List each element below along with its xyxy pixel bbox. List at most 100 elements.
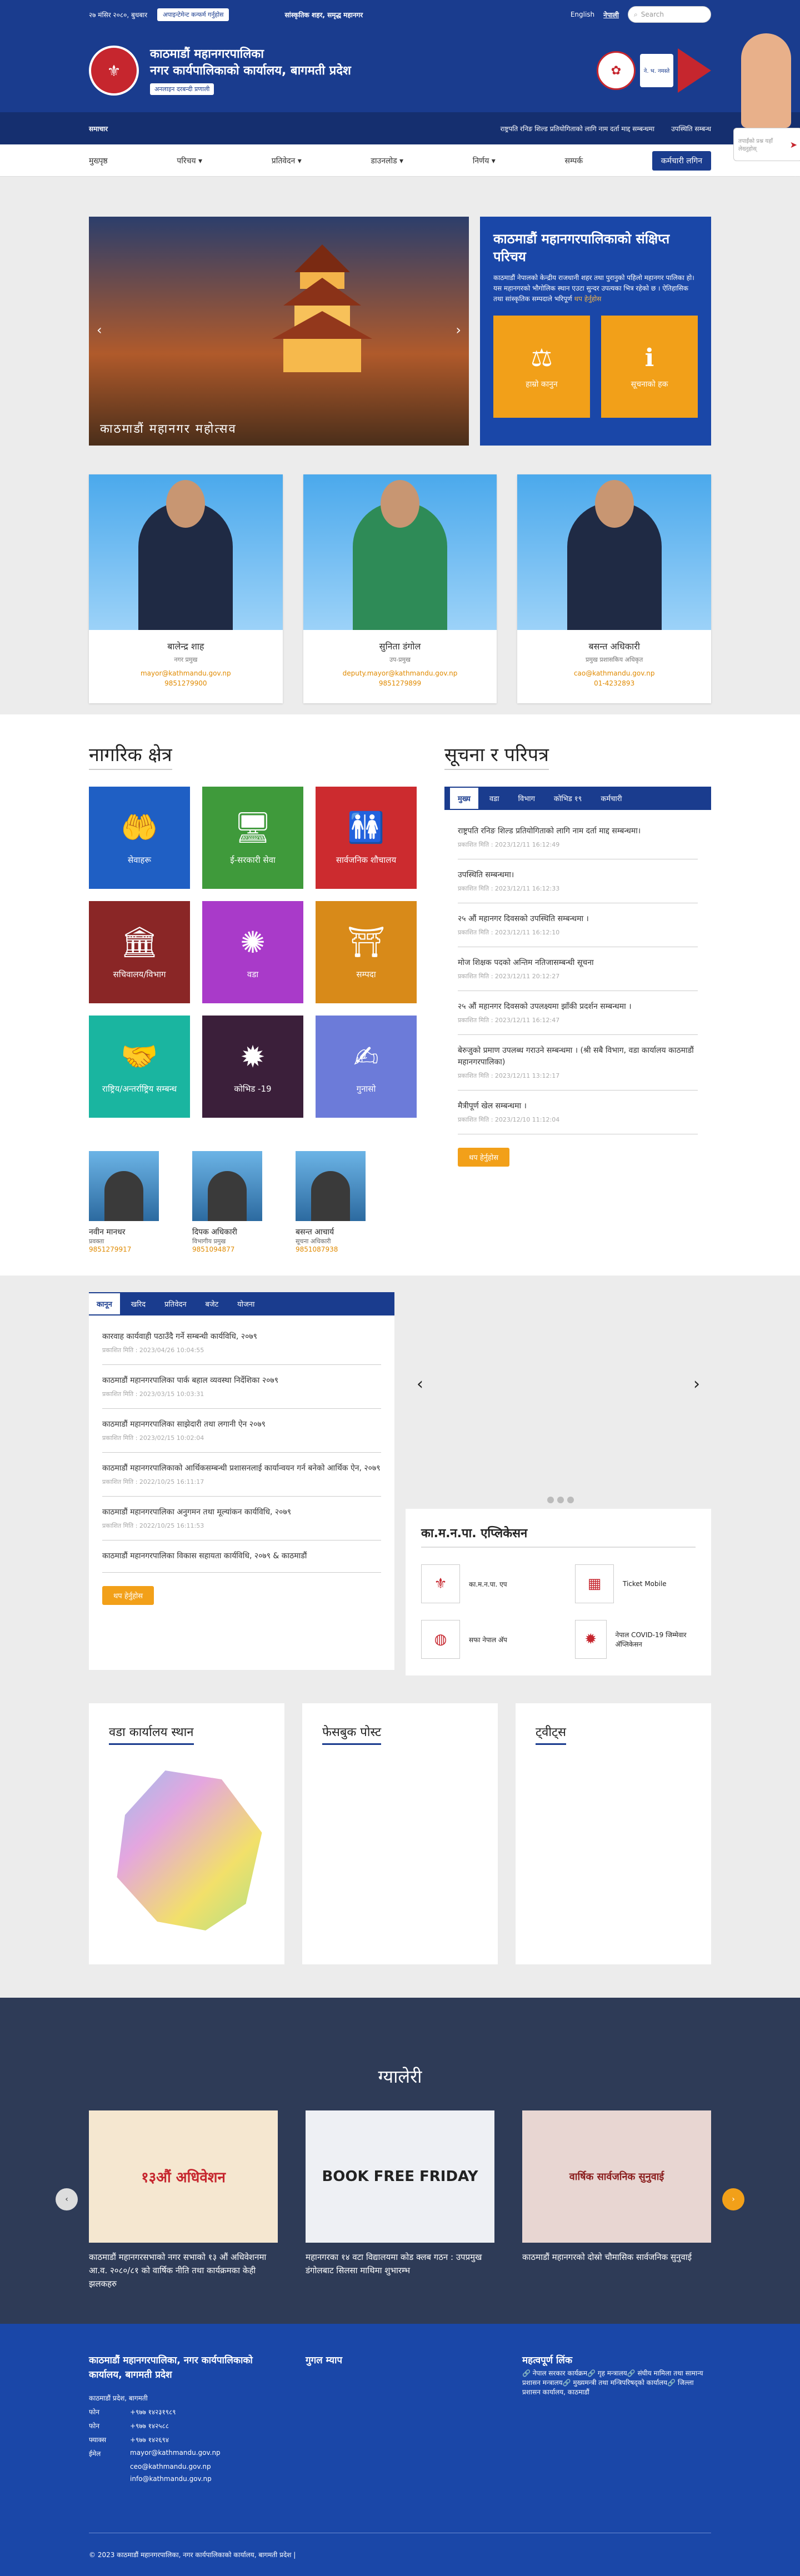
link-icon: 🔗 <box>667 2378 678 2387</box>
staff-phone[interactable]: 9851087938 <box>296 1246 366 1253</box>
list-item[interactable]: मैत्रीपूर्ण खेल सम्बन्धमा । प्रकाशित मिति… <box>458 1091 698 1134</box>
notice-more-button[interactable]: थप हेर्नुहोस <box>458 1148 509 1167</box>
contact-value[interactable]: mayor@kathmandu.gov.np <box>130 2449 221 2458</box>
contact-label: फोन <box>89 2408 100 2416</box>
list-item[interactable]: उपस्थिति सम्बन्धमा। प्रकाशित मिति : 2023/… <box>458 859 698 903</box>
tab-procurement[interactable]: खरिद <box>123 1293 153 1314</box>
ward-map[interactable] <box>117 1770 262 1930</box>
official-phone[interactable]: 01-4232893 <box>517 679 711 687</box>
nav-downloads[interactable]: डाउनलोड ▾ <box>371 156 403 166</box>
nav-contact[interactable]: सम्पर्क <box>564 156 583 166</box>
official-phone[interactable]: 9851279900 <box>89 679 283 687</box>
civic-tile[interactable]: 🤲 सेवाहरू <box>89 787 190 889</box>
tab-staff[interactable]: कर्मचारी <box>593 788 629 809</box>
tab-budget[interactable]: बजेट <box>198 1293 227 1314</box>
carousel-next-icon[interactable]: › <box>693 1374 700 1394</box>
slider-next-icon[interactable]: › <box>456 322 461 338</box>
gallery-prev-icon[interactable]: ‹ <box>56 2188 78 2210</box>
kmc-logo[interactable]: ⚜ <box>89 46 139 96</box>
footer-link[interactable]: 🔗 नेपाल सरकार कार्यक्रम <box>522 2369 587 2377</box>
footer-link[interactable]: 🔗 मुख्यमन्त्री तथा मन्त्रिपरिषद्को कार्य… <box>563 2379 668 2387</box>
lang-english[interactable]: English <box>571 11 594 18</box>
hero-slider[interactable]: ‹ › काठमाडौं महानगर महोत्सव <box>89 217 469 446</box>
intro-more-link[interactable]: थप हेर्नुहोस <box>574 295 601 303</box>
list-item[interactable]: बेरुजुको प्रमाण उपलब्ध गराउने सम्बन्धमा … <box>458 1035 698 1091</box>
tab-plan[interactable]: योजना <box>229 1293 262 1314</box>
staff-phone[interactable]: 9851094877 <box>192 1246 262 1253</box>
list-item[interactable]: काठमाडौं महानगरपालिका साझेदारी तथा लगानी… <box>102 1409 381 1453</box>
civic-tile[interactable]: ✺ वडा <box>202 901 303 1003</box>
app-covid[interactable]: ✹ नेपाल COVID-19 जिम्मेवार अ‍ॅप्लिकेसन <box>575 1620 696 1659</box>
list-item[interactable]: राष्ट्रपति रनिङ शिल्ड प्रतियोगिताको लागि… <box>458 816 698 859</box>
tab-ward[interactable]: वडा <box>482 788 507 809</box>
chat-input[interactable]: तपाईंको प्रश्न यहाँ लेख्नुहोस् ➤ <box>733 128 800 161</box>
law-more-button[interactable]: थप हेर्नुहोस <box>102 1586 154 1605</box>
staff-login-button[interactable]: कर्मचारी लगिन <box>652 151 711 171</box>
ticker-item[interactable]: उपस्थिति सम्बन्ध <box>671 124 711 133</box>
civic-tile[interactable]: 🖥 ई-सरकारी सेवा <box>202 787 303 889</box>
panel-title: वडा कार्यालय स्थान <box>109 1723 194 1745</box>
tab-main[interactable]: मुख्य <box>450 788 478 809</box>
search-input[interactable]: ⌕ Search <box>628 6 711 23</box>
ticker-item[interactable]: राष्ट्रपति रनिङ शिल्ड प्रतियोगिताको लागि… <box>500 124 654 133</box>
item-date: प्रकाशित मिति : 2023/12/11 16:12:10 <box>458 929 560 936</box>
civic-tile[interactable]: 🤝 राष्ट्रिय/अन्तर्राष्ट्रिय सम्बन्ध <box>89 1016 190 1118</box>
official-email[interactable]: cao@kathmandu.gov.np <box>517 669 711 677</box>
civic-tile[interactable]: 🏛 सचिवालय/विभाग <box>89 901 190 1003</box>
civic-tile[interactable]: 🚻 सार्वजनिक शौचालय <box>316 787 417 889</box>
link-label: मुख्यमन्त्री तथा मन्त्रिपरिषद्को कार्याल… <box>573 2378 668 2387</box>
list-item[interactable]: २५ औं महानगर दिवसको उपस्थिति सम्बन्धमा ।… <box>458 903 698 947</box>
contact-label: ईमेल <box>89 2450 101 2458</box>
official-phone[interactable]: 9851279899 <box>303 679 497 687</box>
law-list: कारवाह कार्यवाही पठाउँदै गर्ने सम्बन्धी … <box>89 1315 394 1578</box>
online-system-link[interactable]: अनलाइन दरबन्दी प्रणाली <box>150 83 214 96</box>
carousel-dots[interactable] <box>547 1497 574 1503</box>
item-date: प्रकाशित मिति : 2022/10/25 16:11:17 <box>102 1478 204 1485</box>
gallery-item[interactable]: १३औं अधिवेशन काठमाडौं महानगरसभाको नगर सभा… <box>89 2110 278 2290</box>
list-item[interactable]: काठमाडौं महानगरपालिकाको आर्थिकसम्बन्धी प… <box>102 1453 381 1497</box>
list-item[interactable]: काठमाडौं महानगरपालिका विकास सहायता कार्य… <box>102 1540 381 1573</box>
contact-value[interactable]: ceo@kathmandu.gov.np <box>130 2463 211 2470</box>
tab-law[interactable]: कानून <box>89 1293 120 1314</box>
our-law-button[interactable]: ⚖ हाम्रो कानुन <box>493 316 590 418</box>
civic-tile[interactable]: ⛩ सम्पदा <box>316 901 417 1003</box>
panel-title: फेसबुक पोस्ट <box>322 1723 382 1745</box>
close-icon[interactable]: ✕ <box>733 167 800 180</box>
contact-value[interactable]: info@kathmandu.gov.np <box>130 2475 212 2483</box>
gallery-item[interactable]: वार्षिक सार्वजनिक सुनुवाई काठमाडौं महानगर… <box>522 2110 711 2290</box>
gallery-next-icon[interactable]: › <box>722 2188 744 2210</box>
list-item[interactable]: कारवाह कार्यवाही पठाउँदै गर्ने सम्बन्धी … <box>102 1321 381 1365</box>
nav-decisions[interactable]: निर्णय ▾ <box>473 156 496 166</box>
app-kmc[interactable]: ⚜ का.म.न.पा. एप <box>421 1564 542 1603</box>
list-item[interactable]: मोज शिक्षक पदको अन्तिम नतिजासम्बन्धी सूच… <box>458 947 698 991</box>
civic-tile[interactable]: ✍ गुनासो <box>316 1016 417 1118</box>
nav-home[interactable]: मुख्पृष्ठ <box>89 156 108 166</box>
civic-tile[interactable]: ✹ कोभिड -19 <box>202 1016 303 1118</box>
app-ticket[interactable]: ▦ Ticket Mobile <box>575 1564 696 1603</box>
right-to-info-button[interactable]: ℹ सूचनाको हक <box>601 316 698 418</box>
staff-phone[interactable]: 9851279917 <box>89 1246 159 1253</box>
tab-covid[interactable]: कोभिड १९ <box>546 788 589 809</box>
tab-report[interactable]: प्रतिवेदन <box>157 1293 194 1314</box>
slider-prev-icon[interactable]: ‹ <box>97 322 102 338</box>
tab-department[interactable]: विभाग <box>510 788 542 809</box>
lang-nepali[interactable]: नेपाली <box>603 10 619 19</box>
footer-link[interactable]: 🔗 गृह मन्त्रालय <box>587 2369 627 2377</box>
appointment-button[interactable]: अपाइन्टेमेन्ट कन्फर्म गर्नुहोस <box>157 8 229 21</box>
gallery-item[interactable]: BOOK FREE FRIDAY महानगरका १४ वटा विद्यालय… <box>306 2110 494 2290</box>
clean-app-icon: ◍ <box>421 1620 460 1659</box>
list-item[interactable]: काठमाडौं महानगरपालिका अनुगमन तथा मूल्यां… <box>102 1497 381 1540</box>
nav-intro[interactable]: परिचय ▾ <box>177 156 202 166</box>
list-item[interactable]: काठमाडौं महानगरपालिका पार्क बहाल व्यवस्थ… <box>102 1365 381 1409</box>
list-item[interactable]: २५ औं महानगर दिवसको उपलक्ष्यमा झाँकी प्र… <box>458 991 698 1035</box>
send-icon[interactable]: ➤ <box>790 139 797 150</box>
official-email[interactable]: deputy.mayor@kathmandu.gov.np <box>303 669 497 677</box>
notice-list: राष्ट्रपति रनिङ शिल्ड प्रतियोगिताको लागि… <box>444 810 711 1140</box>
nav-reports[interactable]: प्रतिवेदन ▾ <box>272 156 302 166</box>
contact-label: फोन <box>89 2422 100 2430</box>
app-clean-nepal[interactable]: ◍ सफा नेपाल अ‍ॅप <box>421 1620 542 1659</box>
item-title: काठमाडौं महानगरपालिका पार्क बहाल व्यवस्थ… <box>102 1376 278 1385</box>
carousel-prev-icon[interactable]: ‹ <box>417 1374 423 1394</box>
slider-caption: काठमाडौं महानगर महोत्सव <box>100 422 237 436</box>
official-email[interactable]: mayor@kathmandu.gov.np <box>89 669 283 677</box>
